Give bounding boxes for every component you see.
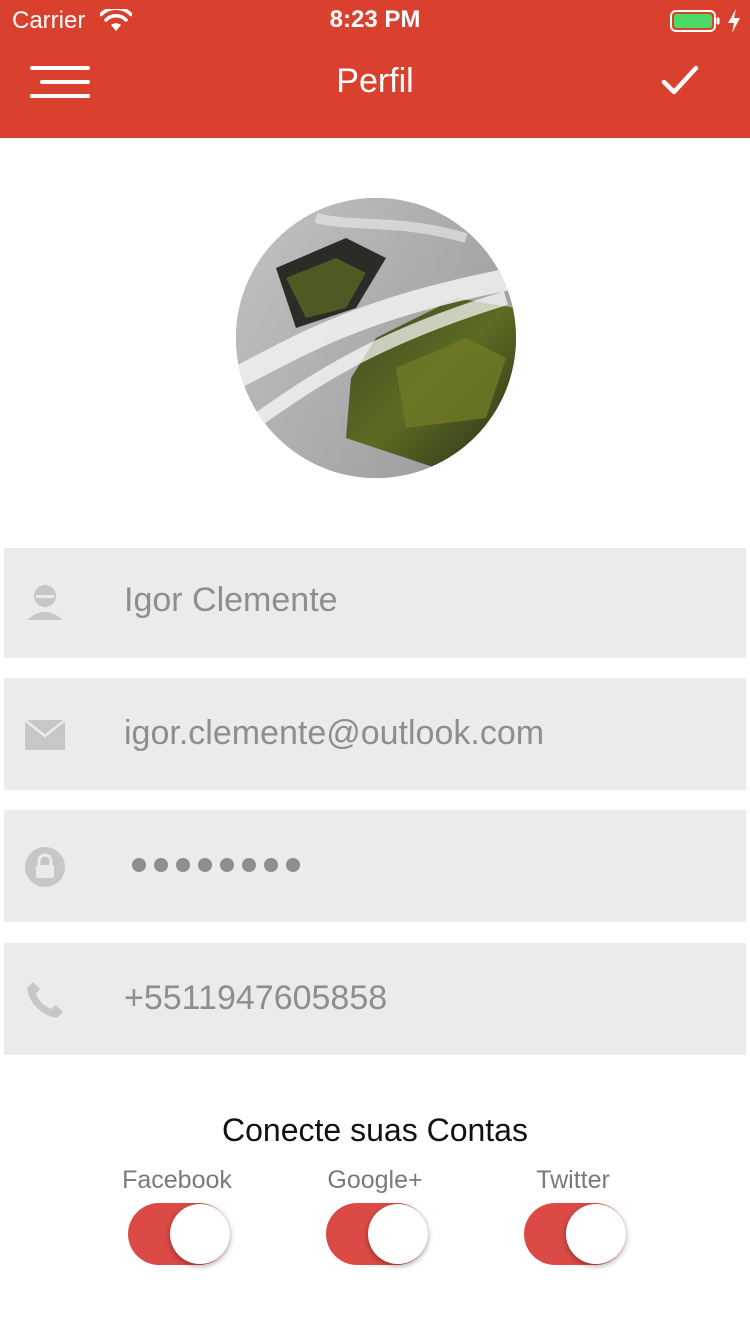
status-bar: Carrier 8:23 PM — [0, 0, 750, 40]
google-plus-label: Google+ — [327, 1166, 423, 1194]
twitter-account: Twitter — [483, 1166, 663, 1195]
facebook-account: Facebook — [87, 1166, 267, 1195]
lock-icon — [25, 847, 65, 887]
app-header: Carrier 8:23 PM Perfil — [0, 0, 750, 138]
name-value: Igor Clemente — [124, 581, 338, 619]
connect-accounts-title: Conecte suas Contas — [222, 1112, 528, 1148]
checkmark-icon[interactable] — [656, 62, 704, 102]
page-title: Perfil — [336, 62, 414, 100]
toggle-knob — [566, 1204, 626, 1264]
twitter-label: Twitter — [536, 1166, 610, 1194]
google-plus-toggle[interactable] — [326, 1203, 428, 1265]
phone-icon — [27, 982, 63, 1018]
avatar-image — [236, 198, 516, 478]
profile-avatar[interactable] — [236, 198, 516, 478]
toggle-knob — [368, 1204, 428, 1264]
phone-value: +5511947605858 — [124, 979, 388, 1017]
facebook-label: Facebook — [122, 1166, 232, 1194]
battery-icon — [670, 10, 720, 32]
charging-icon — [728, 9, 740, 33]
password-value — [132, 858, 300, 872]
mail-icon — [24, 719, 66, 750]
email-value: igor.clemente@outlook.com — [124, 714, 545, 752]
status-time: 8:23 PM — [329, 6, 421, 33]
toggle-knob — [170, 1204, 230, 1264]
phone-field[interactable]: +5511947605858 — [4, 943, 746, 1055]
name-field[interactable]: Igor Clemente — [4, 548, 746, 658]
password-field[interactable] — [4, 810, 746, 922]
user-icon — [27, 585, 63, 620]
email-field[interactable]: igor.clemente@outlook.com — [4, 678, 746, 790]
google-plus-account: Google+ — [285, 1166, 465, 1195]
facebook-toggle[interactable] — [128, 1203, 230, 1265]
twitter-toggle[interactable] — [524, 1203, 626, 1265]
